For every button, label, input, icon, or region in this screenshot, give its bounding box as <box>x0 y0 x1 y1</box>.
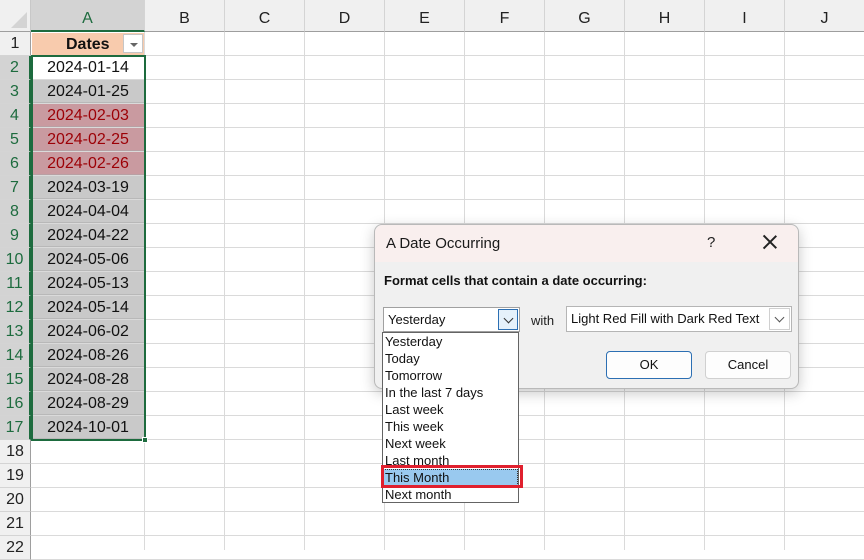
row-header-5[interactable]: 5 <box>0 128 31 152</box>
filter-dropdown-button[interactable] <box>123 34 143 53</box>
dialog-title-bar[interactable]: A Date Occurring ? <box>375 225 798 262</box>
row-header-19[interactable]: 19 <box>0 464 31 488</box>
row-header-2[interactable]: 2 <box>0 56 31 80</box>
dropdown-option-last-month[interactable]: Last month <box>383 452 518 469</box>
column-header-e[interactable]: E <box>385 0 465 32</box>
date-period-value: Yesterday <box>388 312 446 327</box>
gridline <box>224 32 225 550</box>
dropdown-option-today[interactable]: Today <box>383 350 518 367</box>
date-cell[interactable]: 2024-01-14 <box>32 56 144 79</box>
column-header-f[interactable]: F <box>465 0 545 32</box>
row-header-9[interactable]: 9 <box>0 224 31 248</box>
dialog-title: A Date Occurring <box>386 235 501 252</box>
close-icon[interactable] <box>759 231 781 253</box>
gridline <box>144 32 145 550</box>
format-style-value: Light Red Fill with Dark Red Text <box>571 311 760 326</box>
dropdown-option-this-week[interactable]: This week <box>383 418 518 435</box>
column-header-d[interactable]: D <box>305 0 385 32</box>
chevron-down-icon <box>503 313 514 324</box>
gridline <box>31 55 864 56</box>
chevron-down-icon <box>774 312 785 323</box>
row-header-3[interactable]: 3 <box>0 80 31 104</box>
date-cell[interactable]: 2024-01-25 <box>32 80 144 103</box>
column-header-i[interactable]: I <box>705 0 785 32</box>
dropdown-option-last-week[interactable]: Last week <box>383 401 518 418</box>
dropdown-option-tomorrow[interactable]: Tomorrow <box>383 367 518 384</box>
date-cell[interactable]: 2024-04-04 <box>32 200 144 223</box>
date-cell[interactable]: 2024-08-26 <box>32 344 144 367</box>
gridline <box>31 79 864 80</box>
row-header-20[interactable]: 20 <box>0 488 31 512</box>
dropdown-option-this-month[interactable]: This Month <box>383 469 518 486</box>
gridline <box>31 175 864 176</box>
date-cell[interactable]: 2024-02-03 <box>32 104 144 127</box>
row-header-13[interactable]: 13 <box>0 320 31 344</box>
date-cell[interactable]: 2024-04-22 <box>32 224 144 247</box>
cancel-button[interactable]: Cancel <box>705 351 791 379</box>
row-header-18[interactable]: 18 <box>0 440 31 464</box>
date-cell[interactable]: 2024-02-25 <box>32 128 144 151</box>
row-header-22[interactable]: 22 <box>0 536 31 560</box>
column-header-a[interactable]: A <box>31 0 145 32</box>
date-cell[interactable]: 2024-10-01 <box>32 416 144 439</box>
date-cell[interactable]: 2024-06-02 <box>32 320 144 343</box>
column-header-j[interactable]: J <box>785 0 864 32</box>
column-header-c[interactable]: C <box>225 0 305 32</box>
dropdown-option-yesterday[interactable]: Yesterday <box>383 333 518 350</box>
date-cell[interactable]: 2024-08-29 <box>32 392 144 415</box>
gridline <box>31 151 864 152</box>
date-period-dropdown-list: Yesterday Today Tomorrow In the last 7 days… <box>382 332 519 503</box>
row-header-16[interactable]: 16 <box>0 392 31 416</box>
date-cell[interactable]: 2024-03-19 <box>32 176 144 199</box>
row-header-8[interactable]: 8 <box>0 200 31 224</box>
gridline <box>31 535 864 536</box>
date-cell[interactable]: 2024-05-06 <box>32 248 144 271</box>
format-style-select[interactable]: Light Red Fill with Dark Red Text <box>566 306 792 332</box>
row-header-10[interactable]: 10 <box>0 248 31 272</box>
format-style-dropdown-button[interactable] <box>769 308 790 330</box>
row-header-1[interactable]: 1 <box>0 32 31 56</box>
gridline <box>304 32 305 550</box>
date-cell[interactable]: 2024-08-28 <box>32 368 144 391</box>
instruction-label: Format cells that contain a date occurri… <box>384 273 647 288</box>
dropdown-option-in-the-last-7-days[interactable]: In the last 7 days <box>383 384 518 401</box>
dropdown-option-next-week[interactable]: Next week <box>383 435 518 452</box>
row-header-21[interactable]: 21 <box>0 512 31 536</box>
row-header-17[interactable]: 17 <box>0 416 31 440</box>
gridline <box>31 127 864 128</box>
date-period-select[interactable]: Yesterday <box>383 307 520 332</box>
dropdown-option-next-month[interactable]: Next month <box>383 486 518 503</box>
row-header-4[interactable]: 4 <box>0 104 31 128</box>
select-all-corner[interactable] <box>0 0 31 32</box>
row-header-14[interactable]: 14 <box>0 344 31 368</box>
date-cell[interactable]: 2024-02-26 <box>32 152 144 175</box>
row-header-12[interactable]: 12 <box>0 296 31 320</box>
row-header-11[interactable]: 11 <box>0 272 31 296</box>
ok-button[interactable]: OK <box>606 351 692 379</box>
fill-handle[interactable] <box>142 437 148 443</box>
with-label: with <box>531 313 555 328</box>
help-button[interactable]: ? <box>707 234 715 251</box>
column-header-g[interactable]: G <box>545 0 625 32</box>
row-header-15[interactable]: 15 <box>0 368 31 392</box>
gridline <box>31 199 864 200</box>
gridline <box>31 511 864 512</box>
date-period-dropdown-button[interactable] <box>498 309 518 330</box>
column-header-h[interactable]: H <box>625 0 705 32</box>
date-cell[interactable]: 2024-05-14 <box>32 296 144 319</box>
gridline <box>31 103 864 104</box>
row-header-6[interactable]: 6 <box>0 152 31 176</box>
column-header-b[interactable]: B <box>145 0 225 32</box>
row-header-7[interactable]: 7 <box>0 176 31 200</box>
date-cell[interactable]: 2024-05-13 <box>32 272 144 295</box>
